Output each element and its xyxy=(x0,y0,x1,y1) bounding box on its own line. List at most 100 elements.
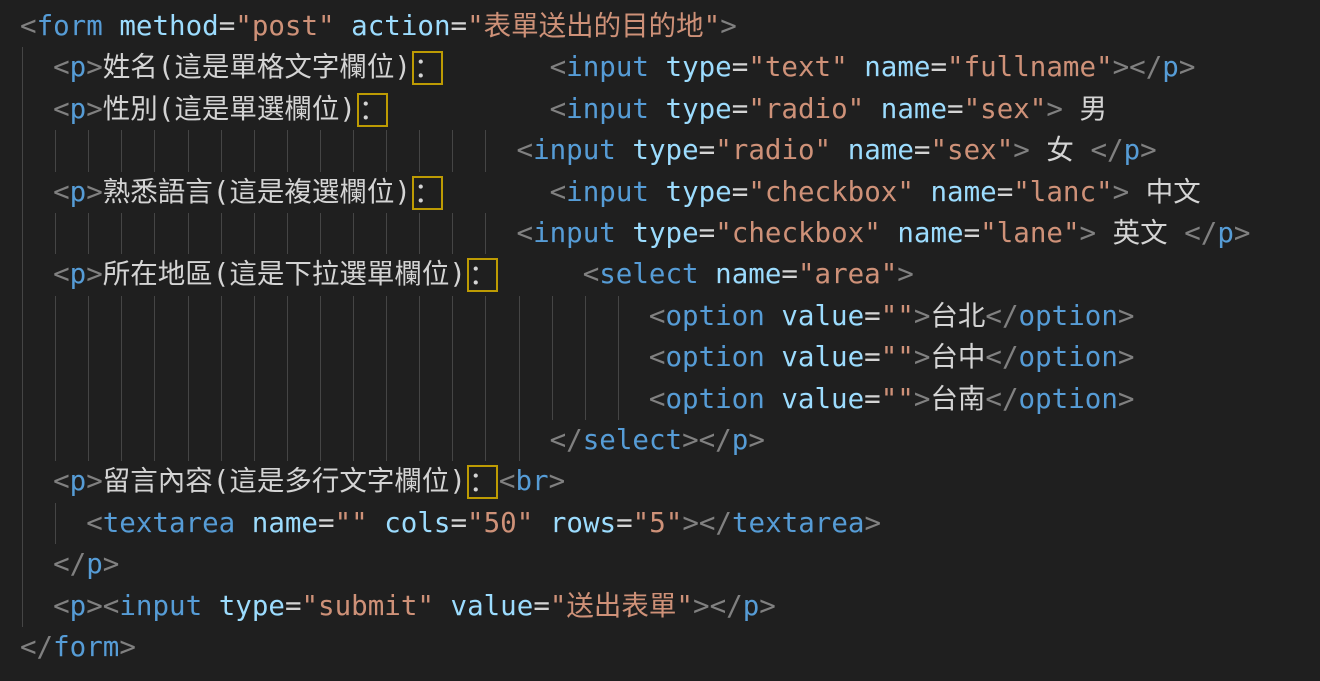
token-plain-text: 熟悉語言(這是複選欄位) xyxy=(103,176,411,208)
token-string: "area" xyxy=(798,258,897,290)
token-tag-name: p xyxy=(70,176,87,208)
indent-guide xyxy=(452,296,453,337)
indent-guide xyxy=(386,130,387,171)
indent-guide xyxy=(188,296,189,337)
indent-guide xyxy=(386,337,387,378)
indent-guide xyxy=(419,420,420,461)
indent-guide xyxy=(121,379,122,420)
indent-guide xyxy=(320,213,321,254)
code-line[interactable]: <input type="radio" name="sex"> 女 </p> xyxy=(0,130,1320,171)
code-line[interactable]: <p>留言內容(這是多行文字欄位)：<br> xyxy=(0,461,1320,502)
token-attribute-name: type xyxy=(666,51,732,83)
indent-guide xyxy=(22,379,23,420)
code-line[interactable]: <p>性別(這是單選欄位)：<input type="radio" name="… xyxy=(0,89,1320,130)
token-plain-text xyxy=(649,176,666,208)
code-line[interactable]: </form> xyxy=(0,627,1320,668)
indent-guide xyxy=(254,420,255,461)
token-equals: = xyxy=(781,258,798,290)
indent-guide xyxy=(287,130,288,171)
token-punctuation: > xyxy=(914,341,931,373)
indent-guide xyxy=(353,213,354,254)
token-equals: = xyxy=(864,300,881,332)
token-equals: = xyxy=(964,217,981,249)
token-equals: = xyxy=(450,507,467,539)
code-editor[interactable]: <form method="post" action="表單送出的目的地"><p… xyxy=(0,0,1320,681)
token-tag-name: input xyxy=(566,93,649,125)
indent-guide xyxy=(452,130,453,171)
token-string: "sex" xyxy=(930,134,1013,166)
code-line[interactable]: <p>姓名(這是單格文字欄位)：<input type="text" name=… xyxy=(0,47,1320,88)
token-punctuation: > xyxy=(897,258,914,290)
token-attribute-name: value xyxy=(781,383,864,415)
token-tag-name: input xyxy=(119,590,202,622)
token-equals: = xyxy=(997,176,1014,208)
token-string: "checkbox" xyxy=(715,217,881,249)
indent-guide xyxy=(618,379,619,420)
token-punctuation: > xyxy=(1113,176,1130,208)
indent-guide xyxy=(320,337,321,378)
token-string: "lanc" xyxy=(1013,176,1112,208)
indent-guide xyxy=(552,337,553,378)
indent-guide xyxy=(154,213,155,254)
indent-guide xyxy=(353,296,354,337)
token-plain-text: 男 xyxy=(1063,93,1107,125)
token-attribute-name: cols xyxy=(384,507,450,539)
token-punctuation: > xyxy=(1080,217,1097,249)
unicode-highlight-colon: ： xyxy=(412,51,443,85)
token-punctuation: < xyxy=(517,217,534,249)
code-segment: <textarea name="" cols="50" rows="5"></t… xyxy=(86,503,881,544)
token-punctuation: < xyxy=(583,258,600,290)
indent-guide xyxy=(618,296,619,337)
token-tag-name: p xyxy=(70,51,87,83)
token-punctuation: > xyxy=(720,10,737,42)
code-line[interactable]: <form method="post" action="表單送出的目的地"> xyxy=(0,6,1320,47)
code-segment: <option value="">台南</option> xyxy=(649,379,1135,420)
token-tag-name: option xyxy=(665,341,764,373)
code-line[interactable]: <input type="checkbox" name="lane"> 英文 <… xyxy=(0,213,1320,254)
indent-guide xyxy=(22,254,23,295)
indent-guide xyxy=(22,461,23,502)
indent-guide xyxy=(55,213,56,254)
indent-guide xyxy=(287,337,288,378)
indent-guide xyxy=(22,586,23,627)
token-punctuation: < xyxy=(53,465,70,497)
code-line[interactable]: </select></p> xyxy=(0,420,1320,461)
token-plain-text: 中文 xyxy=(1129,176,1201,208)
token-plain-text xyxy=(202,590,219,622)
token-punctuation: </ xyxy=(1129,51,1162,83)
token-attribute-name: name xyxy=(252,507,318,539)
token-punctuation: > xyxy=(682,507,699,539)
token-equals: = xyxy=(732,176,749,208)
token-punctuation: > xyxy=(86,51,103,83)
token-tag-name: p xyxy=(732,424,749,456)
code-line[interactable]: <textarea name="" cols="50" rows="5"></t… xyxy=(0,503,1320,544)
token-equals: = xyxy=(699,217,716,249)
token-plain-text: 姓名(這是單格文字欄位) xyxy=(103,51,411,83)
token-plain-text xyxy=(368,507,385,539)
indent-guide xyxy=(55,379,56,420)
token-plain-text xyxy=(533,507,550,539)
code-line[interactable]: <option value="">台南</option> xyxy=(0,379,1320,420)
code-line[interactable]: <option value="">台北</option> xyxy=(0,296,1320,337)
token-tag-name: select xyxy=(599,258,698,290)
indent-guide xyxy=(618,337,619,378)
token-punctuation: > xyxy=(1179,51,1196,83)
indent-guide xyxy=(154,379,155,420)
code-line[interactable]: </p> xyxy=(0,544,1320,585)
code-line[interactable]: <option value="">台中</option> xyxy=(0,337,1320,378)
indent-guide xyxy=(22,296,23,337)
indent-guide xyxy=(485,379,486,420)
token-tag-name: p xyxy=(1217,217,1234,249)
code-line[interactable]: <p>所在地區(這是下拉選單欄位)：<select name="area"> xyxy=(0,254,1320,295)
code-line[interactable]: <p><input type="submit" value="送出表單"></p… xyxy=(0,586,1320,627)
token-tag-name: input xyxy=(566,51,649,83)
indent-guide xyxy=(22,172,23,213)
token-punctuation: > xyxy=(759,590,776,622)
code-line[interactable]: <p>熟悉語言(這是複選欄位)：<input type="checkbox" n… xyxy=(0,172,1320,213)
token-string: "" xyxy=(881,383,914,415)
token-tag-name: input xyxy=(533,134,616,166)
indent-guide xyxy=(287,296,288,337)
indent-guide xyxy=(55,503,56,544)
token-punctuation: > xyxy=(1118,341,1135,373)
token-attribute-name: value xyxy=(781,341,864,373)
